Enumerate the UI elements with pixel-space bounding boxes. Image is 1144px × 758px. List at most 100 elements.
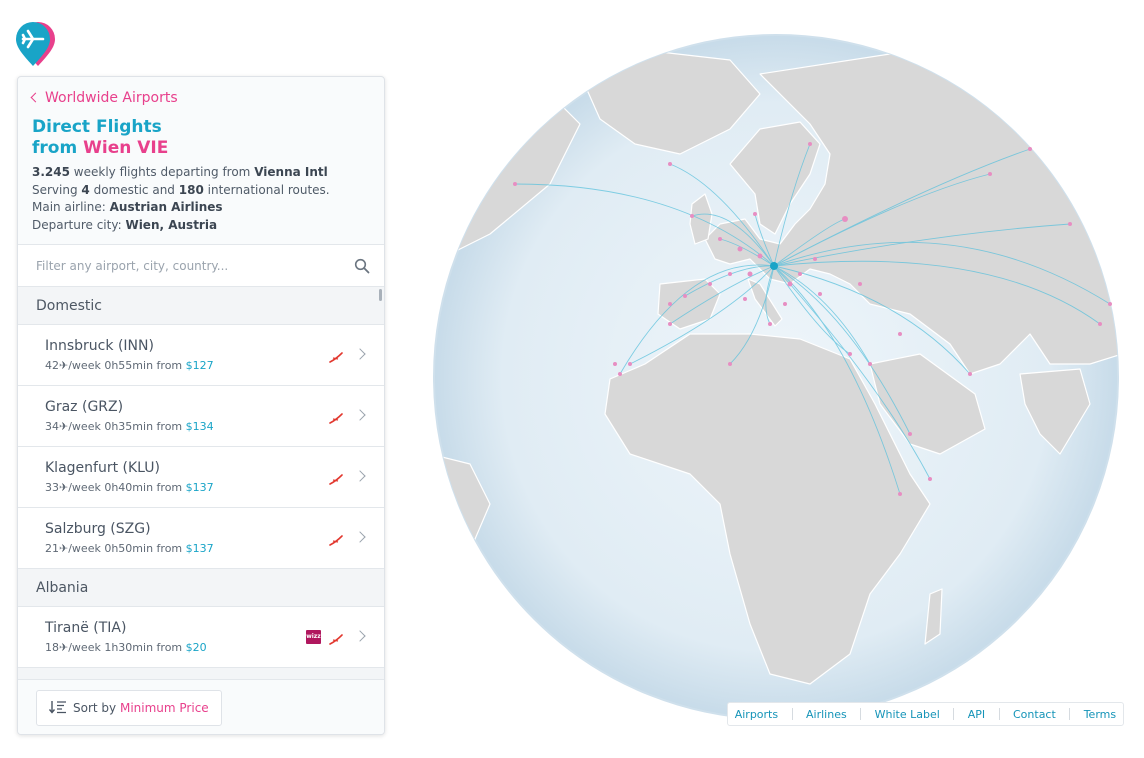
route-duration: 0h40min: [104, 481, 154, 494]
route-meta: 33✈/week 0h40min from $137: [45, 481, 214, 494]
sort-bar: Sort by Minimum Price: [18, 679, 384, 734]
route-row[interactable]: Graz (GRZ) 34✈/week 0h35min from $134: [18, 386, 384, 447]
route-list[interactable]: Domestic Innsbruck (INN) 42✈/week 0h55min …: [18, 287, 384, 679]
per-week-label: /week: [68, 542, 101, 555]
route-meta: 18✈/week 1h30min from $20: [45, 641, 207, 654]
section-header: Domestic: [18, 287, 384, 325]
sort-icon: [49, 701, 66, 714]
route-name: Salzburg (SZG): [45, 521, 151, 537]
title-airport: Wien VIE: [83, 138, 169, 158]
footer-link-api[interactable]: API: [968, 708, 985, 721]
route-duration: 0h50min: [104, 542, 154, 555]
section-header: Albania: [18, 569, 384, 607]
sort-value: Minimum Price: [119, 701, 209, 715]
route-price: $134: [185, 420, 214, 433]
plane-icon: ✈: [59, 359, 69, 372]
route-row[interactable]: Tiranë (TIA) 18✈/week 1h30min from $20 wiz…: [18, 607, 384, 668]
plane-icon: ✈: [59, 542, 69, 555]
route-duration: 0h35min: [104, 420, 154, 433]
route-meta: 21✈/week 0h50min from $137: [45, 542, 214, 555]
from-label: from: [156, 641, 183, 654]
airplane-pin-logo-icon[interactable]: [14, 22, 56, 68]
route-price: $127: [185, 359, 214, 372]
scrollbar-thumb[interactable]: [379, 289, 382, 301]
from-label: from: [156, 420, 183, 433]
footer-link-terms[interactable]: Terms: [1084, 708, 1116, 721]
austrian-airlines-logo-icon: [329, 471, 343, 485]
international-count: 180: [178, 182, 204, 197]
chevron-right-icon: [354, 348, 366, 360]
plane-icon: ✈: [59, 481, 69, 494]
route-duration: 1h30min: [104, 641, 154, 654]
vienna-hub-marker: [770, 262, 778, 270]
route-name: Klagenfurt (KLU): [45, 460, 160, 476]
globe-map[interactable]: [430, 34, 1122, 720]
search-icon[interactable]: [354, 258, 370, 274]
weekly-text: weekly flights departing from: [73, 165, 251, 179]
back-link-label: Worldwide Airports: [45, 90, 178, 106]
route-frequency: 42: [45, 359, 59, 372]
main-airline-label: Main airline:: [32, 200, 106, 214]
filter-bar: [18, 244, 384, 287]
airport-panel: Worldwide Airports Direct Flights from W…: [17, 76, 385, 735]
austrian-airlines-logo-icon: [329, 410, 343, 424]
serving-suffix: international routes.: [207, 182, 330, 197]
filter-input[interactable]: [18, 245, 338, 286]
title-from: from: [32, 138, 78, 158]
footer-separator: [998, 708, 1000, 720]
route-frequency: 21: [45, 542, 59, 555]
airport-name: Vienna Intl: [254, 165, 328, 179]
route-price: $137: [185, 481, 214, 494]
departure-city: Wien, Austria: [125, 217, 218, 232]
page-title: Direct Flights from Wien VIE: [32, 117, 168, 159]
route-row[interactable]: Innsbruck (INN) 42✈/week 0h55min from $12…: [18, 325, 384, 386]
footer-separator: [1069, 708, 1071, 720]
section-header: Al...: [18, 668, 384, 679]
plane-icon: ✈: [59, 641, 69, 654]
per-week-label: /week: [68, 359, 101, 372]
per-week-label: /week: [68, 420, 101, 433]
route-frequency: 33: [45, 481, 59, 494]
footer-separator: [791, 708, 793, 720]
route-meta: 34✈/week 0h35min from $134: [45, 420, 214, 433]
route-name: Tiranë (TIA): [45, 620, 127, 636]
main-airline: Austrian Airlines: [109, 200, 223, 214]
route-price: $20: [185, 641, 207, 654]
from-label: from: [156, 481, 183, 494]
route-frequency: 18: [45, 641, 59, 654]
chevron-right-icon: [354, 630, 366, 642]
chevron-left-icon: [30, 92, 41, 103]
serving-prefix: Serving: [32, 182, 78, 197]
chevron-right-icon: [354, 470, 366, 482]
per-week-label: /week: [68, 481, 101, 494]
footer-link-airports[interactable]: Airports: [735, 708, 778, 721]
austrian-airlines-logo-icon: [329, 349, 343, 363]
from-label: from: [156, 542, 183, 555]
austrian-airlines-logo-icon: [329, 532, 343, 546]
footer-separator: [860, 708, 862, 720]
footer-link-white-label[interactable]: White Label: [875, 708, 940, 721]
airport-info: 3.245 weekly flights departing from Vien…: [32, 164, 330, 234]
title-line1: Direct Flights: [32, 117, 162, 137]
footer-links: Airports Airlines White Label API Contact Ter…: [727, 702, 1124, 726]
route-name: Innsbruck (INN): [45, 338, 154, 354]
domestic-count: 4: [81, 182, 90, 197]
serving-mid: domestic and: [93, 182, 175, 197]
route-row[interactable]: Klagenfurt (KLU) 33✈/week 0h40min from $1…: [18, 447, 384, 508]
footer-link-contact[interactable]: Contact: [1013, 708, 1056, 721]
footer-link-airlines[interactable]: Airlines: [806, 708, 847, 721]
departure-city-label: Departure city:: [32, 217, 122, 232]
route-duration: 0h55min: [104, 359, 154, 372]
plane-icon: ✈: [59, 420, 69, 433]
chevron-right-icon: [354, 531, 366, 543]
back-to-worldwide-link[interactable]: Worldwide Airports: [30, 90, 178, 106]
from-label: from: [156, 359, 183, 372]
austrian-airlines-logo-icon: [329, 631, 343, 645]
route-meta: 42✈/week 0h55min from $127: [45, 359, 214, 372]
route-frequency: 34: [45, 420, 59, 433]
route-row[interactable]: Salzburg (SZG) 21✈/week 0h50min from $137: [18, 508, 384, 569]
route-name: Graz (GRZ): [45, 399, 124, 415]
route-price: $137: [185, 542, 214, 555]
wizz-air-logo-icon: wizz: [306, 630, 321, 644]
sort-button[interactable]: Sort by Minimum Price: [36, 690, 222, 726]
